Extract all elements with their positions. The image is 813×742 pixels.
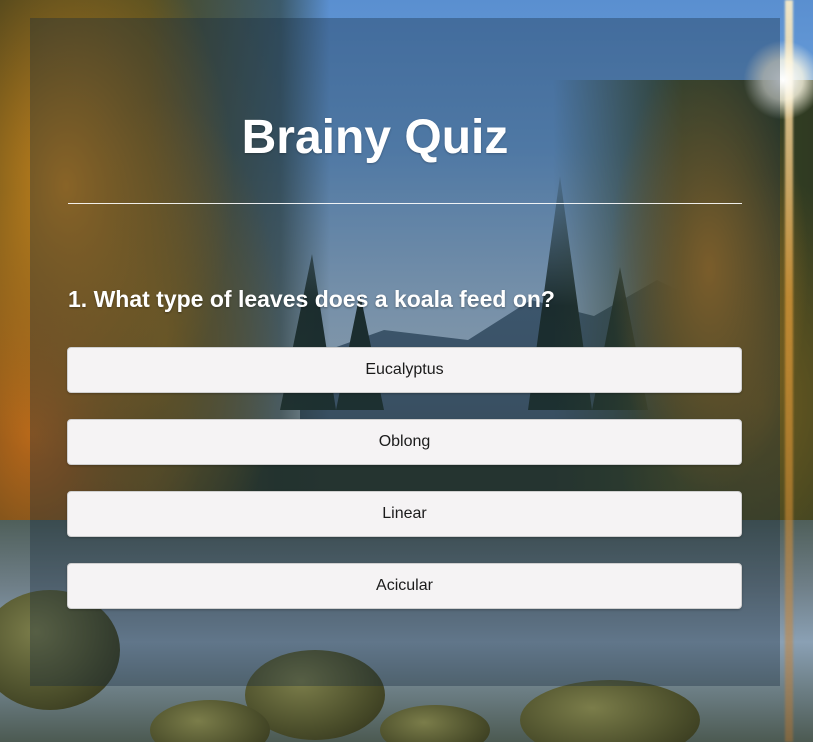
answer-button-linear[interactable]: Linear (67, 491, 742, 537)
answer-button-eucalyptus[interactable]: Eucalyptus (67, 347, 742, 393)
answer-button-acicular[interactable]: Acicular (67, 563, 742, 609)
quiz-title: Brainy Quiz (241, 111, 509, 164)
title-divider (68, 203, 742, 204)
answer-button-oblong[interactable]: Oblong (67, 419, 742, 465)
answer-list: Eucalyptus Oblong Linear Acicular (67, 347, 742, 635)
question-text: 1. What type of leaves does a koala feed… (68, 286, 555, 312)
quiz-page: Brainy Quiz 1. What type of leaves does … (0, 0, 813, 742)
